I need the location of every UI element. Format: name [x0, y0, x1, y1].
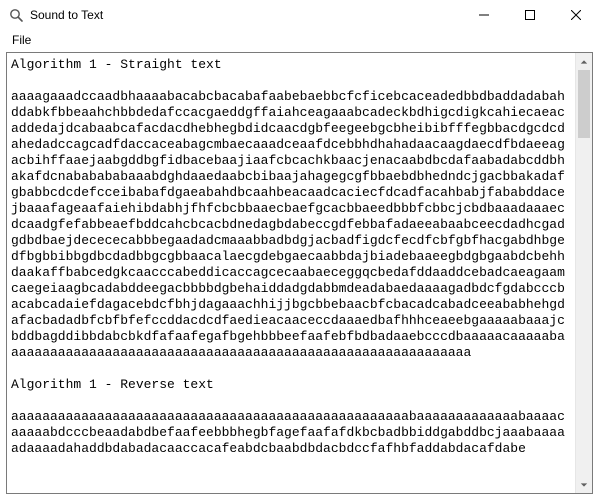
- menubar: File: [0, 30, 599, 50]
- app-icon: [8, 7, 24, 23]
- window-controls: [461, 0, 599, 30]
- scroll-down-button[interactable]: [576, 476, 592, 493]
- menu-file[interactable]: File: [6, 31, 37, 49]
- output-text[interactable]: Algorithm 1 - Straight text aaaagaaadcca…: [7, 53, 575, 493]
- scroll-thumb[interactable]: [578, 70, 590, 138]
- scroll-up-button[interactable]: [576, 53, 592, 70]
- maximize-button[interactable]: [507, 0, 553, 30]
- text-pane: Algorithm 1 - Straight text aaaagaaadcca…: [6, 52, 593, 494]
- window-title: Sound to Text: [30, 8, 103, 22]
- vertical-scrollbar[interactable]: [575, 53, 592, 493]
- titlebar: Sound to Text: [0, 0, 599, 30]
- minimize-button[interactable]: [461, 0, 507, 30]
- close-button[interactable]: [553, 0, 599, 30]
